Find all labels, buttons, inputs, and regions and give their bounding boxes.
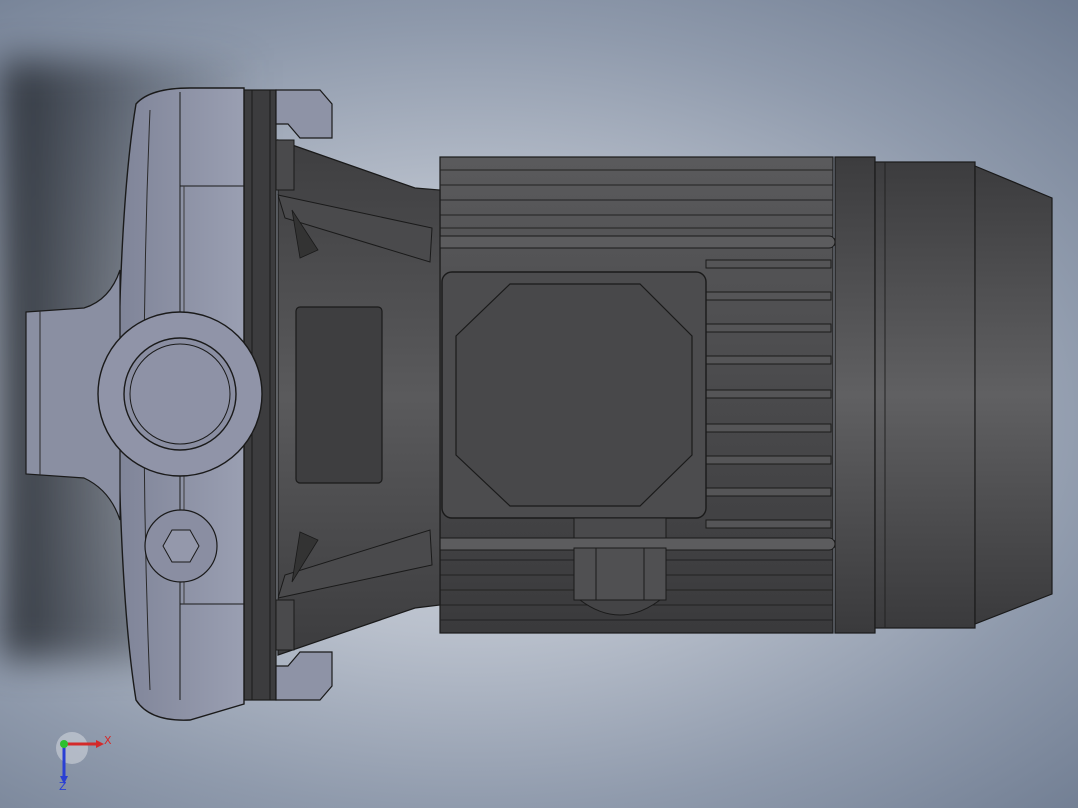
- cad-viewport[interactable]: X Z: [0, 0, 1078, 808]
- axis-triad: X Z: [56, 732, 112, 793]
- y-axis-dot: [60, 740, 68, 748]
- z-axis-label: Z: [59, 780, 67, 793]
- x-axis-label: X: [104, 734, 112, 747]
- x-axis-arrowhead: [96, 740, 104, 748]
- triad-shadow: [56, 732, 88, 764]
